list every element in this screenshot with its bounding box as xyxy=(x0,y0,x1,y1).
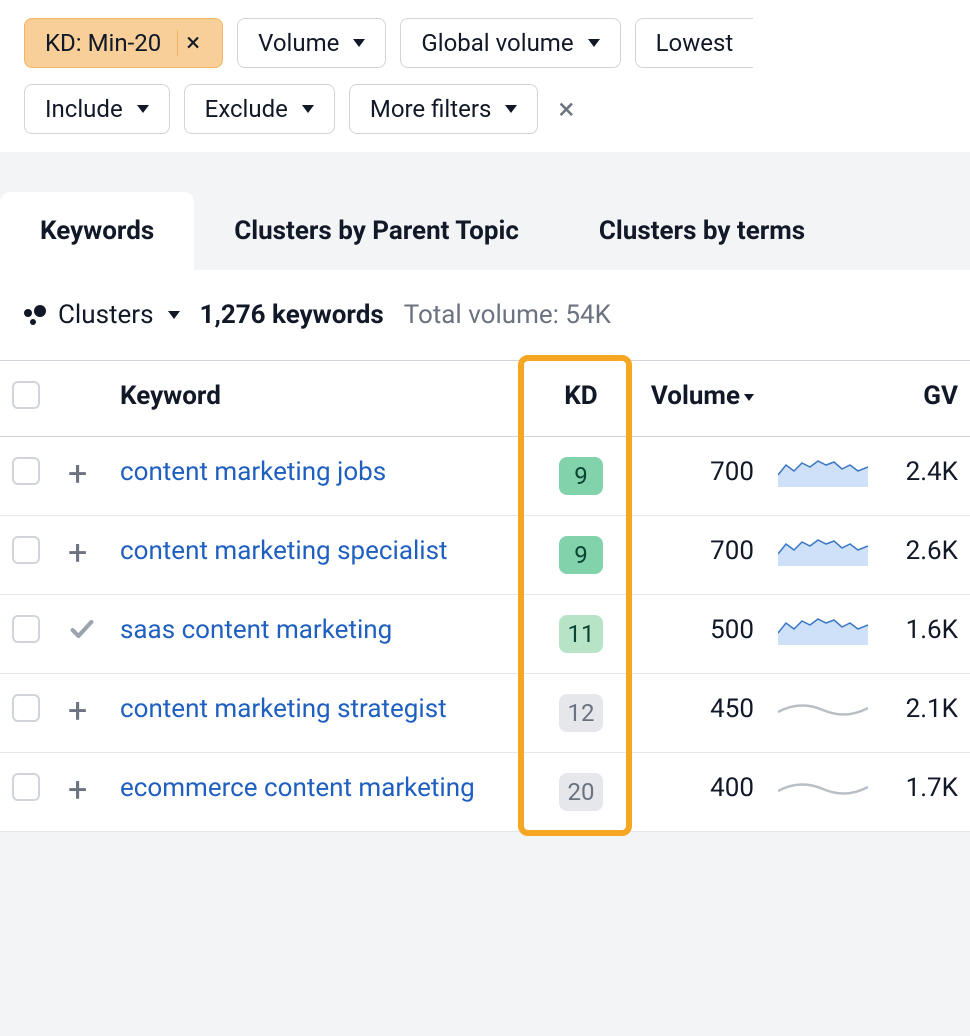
filter-row-2: Include Exclude More filters × xyxy=(24,84,946,134)
col-header-volume[interactable]: Volume xyxy=(636,361,766,437)
row-checkbox[interactable] xyxy=(12,694,40,722)
chevron-down-icon xyxy=(505,105,517,113)
kd-badge: 9 xyxy=(559,536,603,574)
filter-volume-label: Volume xyxy=(258,29,339,57)
table-row: + content marketing strategist 12 450 2.1K xyxy=(0,674,970,753)
volume-value: 450 xyxy=(710,694,754,724)
table-row: + content marketing specialist 9 700 2.6K xyxy=(0,516,970,595)
keyword-link[interactable]: content marketing specialist xyxy=(120,536,448,566)
col-header-keyword[interactable]: Keyword xyxy=(108,361,526,437)
volume-value: 500 xyxy=(710,615,754,645)
volume-value: 400 xyxy=(710,773,754,803)
tab-keywords-label: Keywords xyxy=(40,216,154,246)
tab-clusters-parent-label: Clusters by Parent Topic xyxy=(234,216,519,246)
chevron-down-icon xyxy=(302,105,314,113)
kd-badge: 11 xyxy=(559,615,603,653)
tab-clusters-terms[interactable]: Clusters by terms xyxy=(559,192,845,270)
gv-value: 2.1K xyxy=(906,694,958,724)
gv-value: 2.4K xyxy=(906,457,958,487)
check-icon xyxy=(68,620,96,650)
expand-button[interactable]: + xyxy=(68,770,87,810)
expand-button[interactable]: + xyxy=(68,533,87,573)
keyword-link[interactable]: content marketing jobs xyxy=(120,457,386,487)
row-checkbox[interactable] xyxy=(12,536,40,564)
kd-badge: 9 xyxy=(559,457,603,495)
chevron-down-icon xyxy=(168,311,180,319)
col-header-gv[interactable]: GV xyxy=(880,361,970,437)
row-checkbox[interactable] xyxy=(12,457,40,485)
meta-row: Clusters 1,276 keywords Total volume: 54… xyxy=(0,270,970,360)
col-header-kd-label: KD xyxy=(564,381,597,411)
gv-value: 1.6K xyxy=(906,615,958,645)
filter-more-label: More filters xyxy=(370,95,491,123)
filter-bar: KD: Min-20 × Volume Global volume Lowest… xyxy=(0,0,970,152)
col-header-kd[interactable]: KD xyxy=(526,361,636,437)
keyword-link[interactable]: content marketing strategist xyxy=(120,694,447,724)
sparkline-blue-icon xyxy=(778,543,868,573)
cluster-icon xyxy=(24,303,48,327)
remove-filter-icon[interactable]: × xyxy=(177,30,208,56)
filter-exclude[interactable]: Exclude xyxy=(184,84,335,134)
table-row: saas content marketing 11 500 1.6K xyxy=(0,595,970,674)
keyword-count: 1,276 keywords xyxy=(200,300,384,330)
clear-filters-icon[interactable]: × xyxy=(552,92,580,127)
row-checkbox[interactable] xyxy=(12,615,40,643)
expand-button[interactable]: + xyxy=(68,454,87,494)
keyword-link[interactable]: saas content marketing xyxy=(120,615,392,645)
volume-value: 700 xyxy=(710,536,754,566)
filter-row-1: KD: Min-20 × Volume Global volume Lowest xyxy=(24,18,946,68)
col-header-expand xyxy=(56,361,108,437)
tab-clusters-terms-label: Clusters by terms xyxy=(599,216,805,246)
keywords-table: Keyword KD Volume GV + content marketing … xyxy=(0,360,970,832)
tab-clusters-parent[interactable]: Clusters by Parent Topic xyxy=(194,192,559,270)
tab-keywords[interactable]: Keywords xyxy=(0,192,194,270)
col-header-volume-label: Volume xyxy=(651,381,740,411)
content-panel: Clusters 1,276 keywords Total volume: 54… xyxy=(0,270,970,832)
filter-chip-kd-label: KD: Min-20 xyxy=(45,29,161,57)
filter-global-volume[interactable]: Global volume xyxy=(400,18,620,68)
gv-value: 1.7K xyxy=(906,773,958,803)
keyword-link[interactable]: ecommerce content marketing xyxy=(120,773,475,803)
filter-exclude-label: Exclude xyxy=(205,95,288,123)
filter-include-label: Include xyxy=(45,95,123,123)
filter-global-volume-label: Global volume xyxy=(421,29,573,57)
col-header-spark xyxy=(766,361,880,437)
total-volume: Total volume: 54K xyxy=(404,300,611,330)
sort-desc-icon xyxy=(744,394,754,401)
select-all-checkbox[interactable] xyxy=(12,381,40,409)
table-row: + content marketing jobs 9 700 2.4K xyxy=(0,437,970,516)
clusters-button[interactable]: Clusters xyxy=(24,300,180,330)
filter-chip-kd[interactable]: KD: Min-20 × xyxy=(24,18,223,68)
kd-badge: 12 xyxy=(559,694,603,732)
sparkline-grey-icon xyxy=(778,701,868,731)
filter-lowest[interactable]: Lowest xyxy=(635,18,754,68)
volume-value: 700 xyxy=(710,457,754,487)
chevron-down-icon xyxy=(137,105,149,113)
tabs: Keywords Clusters by Parent Topic Cluste… xyxy=(0,192,970,270)
table-row: + ecommerce content marketing 20 400 1.7K xyxy=(0,753,970,832)
gv-value: 2.6K xyxy=(906,536,958,566)
filter-lowest-label: Lowest xyxy=(656,29,734,57)
chevron-down-icon xyxy=(353,39,365,47)
col-header-checkbox xyxy=(0,361,56,437)
col-header-keyword-label: Keyword xyxy=(120,381,221,411)
chevron-down-icon xyxy=(588,39,600,47)
col-header-gv-label: GV xyxy=(923,381,958,411)
sparkline-grey-icon xyxy=(778,780,868,810)
table-wrap: Keyword KD Volume GV + content marketing … xyxy=(0,360,970,832)
row-checkbox[interactable] xyxy=(12,773,40,801)
filter-include[interactable]: Include xyxy=(24,84,170,134)
sparkline-blue-icon xyxy=(778,622,868,652)
clusters-label: Clusters xyxy=(58,300,154,330)
filter-more[interactable]: More filters xyxy=(349,84,538,134)
filter-volume[interactable]: Volume xyxy=(237,18,386,68)
kd-badge: 20 xyxy=(559,773,603,811)
sparkline-blue-icon xyxy=(778,464,868,494)
expand-button[interactable]: + xyxy=(68,691,87,731)
